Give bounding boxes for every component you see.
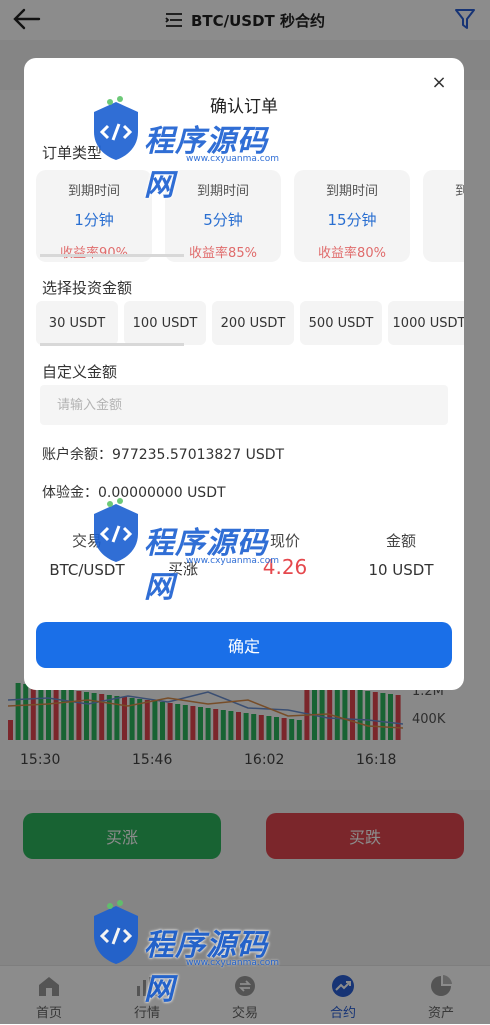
amount-scroll-indicator (40, 343, 184, 346)
summary-value: 10 USDT (368, 561, 434, 579)
period-option[interactable]: 到期时间 收 (423, 170, 464, 262)
amount-option[interactable]: 30 USDT (36, 301, 118, 345)
period-value: 5分钟 (203, 211, 243, 229)
shield-logo-icon (94, 96, 138, 160)
account-balance: 账户余额：977235.57013827 USDT (42, 447, 285, 463)
period-label: 到期时间 (325, 184, 378, 199)
watermark-url: www.cxyuanma.com (186, 958, 280, 968)
period-option[interactable]: 到期时间 15分钟 收益率80% (294, 170, 410, 262)
watermark: 程序源码网 www.cxyuanma.com (88, 900, 298, 1007)
period-rate: 收益率90% (36, 242, 152, 261)
shield-logo-icon (94, 498, 138, 562)
watermark: 程序源码网 www.cxyuanma.com (88, 96, 298, 203)
shield-logo-icon (94, 900, 138, 964)
custom-amount-label: 自定义金额 (42, 363, 118, 381)
period-label: 到期时间 (454, 184, 464, 199)
amount-option[interactable]: 200 USDT (212, 301, 294, 345)
amount-option-list: 30 USDT 100 USDT 200 USDT 500 USDT 1000 … (36, 301, 464, 345)
close-icon[interactable]: × (428, 72, 450, 94)
confirm-button[interactable]: 确定 (36, 622, 452, 668)
amount-option[interactable]: 500 USDT (300, 301, 382, 345)
period-rate: 收 (423, 211, 464, 230)
period-rate: 收益率85% (189, 246, 257, 261)
period-rate: 收益率80% (318, 246, 386, 261)
period-value: 15分钟 (327, 211, 377, 229)
watermark-url: www.cxyuanma.com (186, 556, 280, 566)
custom-amount-input[interactable] (40, 385, 448, 425)
summary-amount: 金额 10 USDT (346, 530, 456, 579)
period-scroll-indicator (40, 254, 184, 257)
watermark-url: www.cxyuanma.com (186, 154, 280, 164)
period-value: 1分钟 (74, 211, 114, 229)
summary-header: 金额 (385, 532, 416, 550)
amount-label: 选择投资金额 (42, 279, 133, 297)
amount-option[interactable]: 100 USDT (124, 301, 206, 345)
watermark: 程序源码网 www.cxyuanma.com (88, 498, 298, 605)
amount-option[interactable]: 1000 USDT (388, 301, 464, 345)
